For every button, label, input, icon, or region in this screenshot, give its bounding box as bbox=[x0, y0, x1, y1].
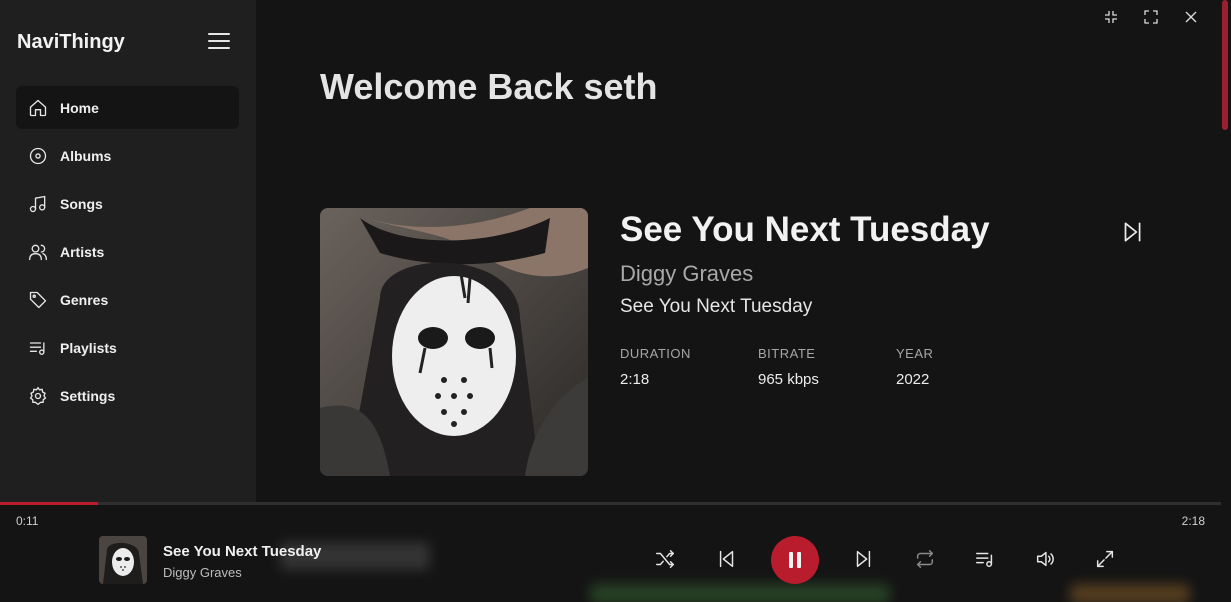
gear-icon bbox=[29, 386, 47, 405]
progress-fill bbox=[0, 502, 98, 505]
users-icon bbox=[29, 244, 47, 260]
minimize-button[interactable] bbox=[1091, 6, 1131, 28]
shuffle-icon bbox=[656, 550, 674, 568]
sidebar-item-playlists[interactable]: Playlists bbox=[16, 326, 239, 369]
sidebar-item-label: Artists bbox=[60, 243, 105, 260]
now-playing-cover[interactable] bbox=[99, 536, 147, 584]
playlist-icon bbox=[29, 341, 45, 355]
meta-label: BITRATE bbox=[758, 346, 816, 361]
player-bar: 0:11 2:18 See You Next Tuesday Diggy Gra… bbox=[0, 502, 1221, 602]
meta-value: 2:18 bbox=[620, 371, 650, 388]
volume-icon bbox=[1036, 551, 1054, 567]
shuffle-button[interactable] bbox=[653, 547, 677, 571]
music-note-icon bbox=[29, 195, 46, 212]
meta-value: 2022 bbox=[896, 371, 930, 388]
sidebar-item-songs[interactable]: Songs bbox=[16, 182, 239, 225]
fullscreen-button[interactable] bbox=[1093, 547, 1117, 571]
meta-year: YEAR 2022 bbox=[896, 346, 933, 388]
meta-label: DURATION bbox=[620, 346, 691, 361]
main-content: Welcome Back seth See You Next Tuesday D… bbox=[256, 0, 1221, 502]
meta-duration: DURATION 2:18 bbox=[620, 346, 691, 388]
disc-icon bbox=[29, 147, 47, 164]
song-artist[interactable]: Diggy Graves bbox=[620, 261, 753, 287]
meta-bitrate: BITRATE 965 kbps bbox=[758, 346, 819, 388]
collapse-icon bbox=[1105, 11, 1117, 23]
expand-icon bbox=[1096, 550, 1114, 568]
album-cover[interactable] bbox=[320, 208, 588, 476]
total-time: 2:18 bbox=[1181, 514, 1205, 528]
repeat-button[interactable] bbox=[913, 547, 937, 571]
queue-icon bbox=[976, 552, 993, 568]
maximize-icon bbox=[1144, 10, 1158, 24]
sidebar-item-label: Songs bbox=[60, 195, 103, 212]
sidebar-item-albums[interactable]: Albums bbox=[16, 134, 239, 177]
blurred-background bbox=[1070, 584, 1190, 602]
now-playing-title[interactable]: See You Next Tuesday bbox=[163, 543, 321, 560]
sidebar: NaviThingy Home Albums Songs Artists Gen… bbox=[0, 0, 256, 502]
menu-toggle-icon[interactable] bbox=[208, 33, 230, 51]
song-album[interactable]: See You Next Tuesday bbox=[620, 296, 812, 318]
meta-label: YEAR bbox=[896, 346, 934, 361]
queue-button[interactable] bbox=[973, 547, 997, 571]
tag-icon bbox=[29, 291, 47, 308]
current-time: 0:11 bbox=[16, 514, 39, 528]
pause-button[interactable] bbox=[771, 536, 819, 584]
now-playing-artist[interactable]: Diggy Graves bbox=[163, 565, 242, 580]
maximize-button[interactable] bbox=[1131, 6, 1171, 28]
skip-previous-icon bbox=[719, 550, 734, 568]
blurred-background bbox=[590, 584, 890, 602]
sidebar-item-label: Home bbox=[60, 99, 99, 116]
sidebar-item-label: Settings bbox=[60, 387, 116, 404]
meta-value: 965 kbps bbox=[758, 371, 819, 388]
repeat-icon bbox=[916, 550, 934, 568]
close-button[interactable] bbox=[1171, 6, 1211, 28]
song-title: See You Next Tuesday bbox=[620, 210, 990, 249]
skip-next-icon bbox=[1124, 222, 1141, 242]
pause-icon bbox=[789, 552, 793, 568]
now-playing-cover-art bbox=[99, 536, 147, 584]
skip-next-icon bbox=[856, 550, 871, 568]
page-title: Welcome Back seth bbox=[320, 66, 658, 107]
play-next-button[interactable] bbox=[1119, 219, 1145, 245]
sidebar-item-label: Playlists bbox=[60, 339, 117, 356]
volume-button[interactable] bbox=[1033, 547, 1057, 571]
home-icon bbox=[29, 99, 47, 116]
sidebar-item-artists[interactable]: Artists bbox=[16, 230, 239, 273]
progress-bar[interactable] bbox=[0, 502, 1221, 505]
sidebar-item-settings[interactable]: Settings bbox=[16, 374, 239, 417]
previous-button[interactable] bbox=[715, 547, 739, 571]
album-cover-art bbox=[320, 208, 588, 476]
sidebar-item-home[interactable]: Home bbox=[16, 86, 239, 129]
sidebar-item-genres[interactable]: Genres bbox=[16, 278, 239, 321]
sidebar-item-label: Genres bbox=[60, 291, 109, 308]
close-icon bbox=[1185, 11, 1197, 23]
scrollbar-thumb[interactable] bbox=[1222, 0, 1228, 130]
sidebar-nav: Home Albums Songs Artists Genres Playlis… bbox=[16, 86, 239, 422]
sidebar-item-label: Albums bbox=[60, 147, 112, 164]
app-title: NaviThingy bbox=[17, 31, 125, 53]
next-button[interactable] bbox=[851, 547, 875, 571]
window-controls bbox=[1091, 6, 1211, 28]
